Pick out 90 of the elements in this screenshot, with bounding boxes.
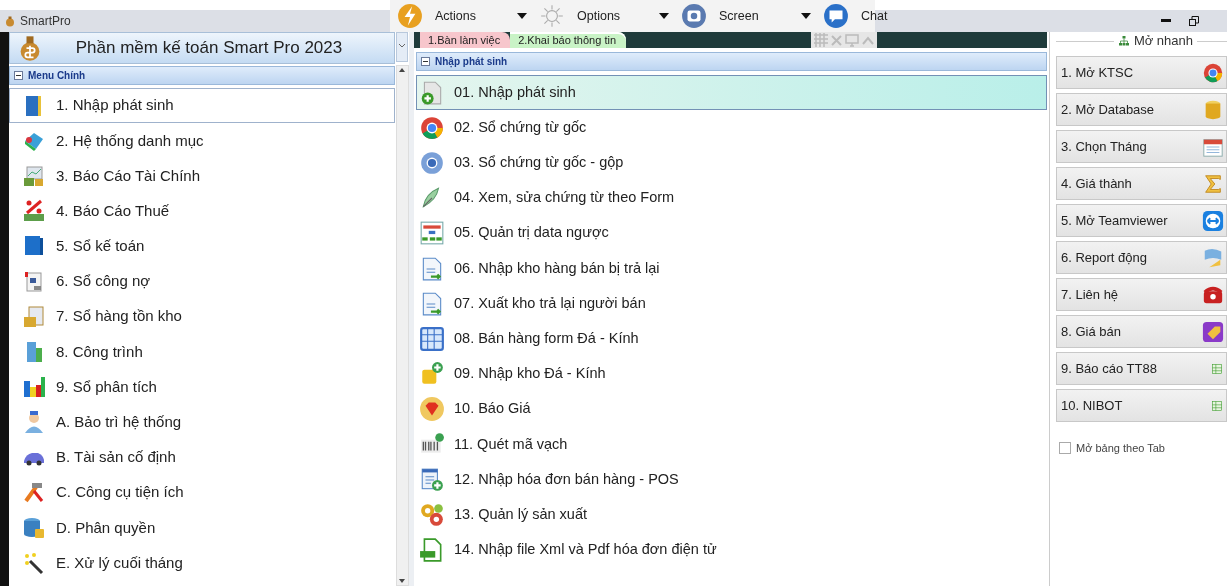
quick-button[interactable]: 7. Liên hệ — [1056, 278, 1227, 311]
menu-item[interactable]: 9. Sổ phân tích — [9, 369, 395, 405]
menu-item[interactable]: 8. Công trình — [9, 334, 395, 370]
toolbar-button[interactable]: Actions — [397, 3, 527, 29]
menu-item[interactable]: 5. Sổ kế toán — [9, 228, 395, 264]
quick-button[interactable]: 9. Báo cáo TT88 — [1056, 352, 1227, 385]
menu-item[interactable]: 06. Nhập kho hàng bán bị trả lại — [416, 250, 1047, 287]
chart-icon — [22, 163, 46, 188]
grid-icon[interactable] — [814, 33, 828, 47]
toolbar-button[interactable]: Options — [539, 3, 669, 29]
wand-icon — [22, 551, 46, 576]
quick-button[interactable]: 3. Chọn Tháng — [1056, 130, 1227, 163]
chat-icon — [823, 3, 849, 29]
menu-item[interactable]: A. Bảo trì hệ thống — [9, 404, 395, 440]
circle-logo-icon — [419, 114, 445, 141]
bar-chart-icon — [22, 375, 46, 400]
gears-icon — [419, 501, 445, 528]
toolbar-button[interactable]: Screen — [681, 3, 811, 29]
checkbox-label: Mở bảng theo Tab — [1076, 441, 1165, 456]
lightning-icon — [397, 3, 423, 29]
money-bag-icon — [4, 15, 16, 27]
arrows-icon — [1202, 209, 1224, 232]
flag-icon — [1202, 246, 1224, 269]
menu-item[interactable]: 09. Nhập kho Đá - Kính — [416, 356, 1047, 392]
menu-item[interactable]: 1. Nhập phát sinh — [9, 88, 395, 124]
toolbar-button[interactable]: Chat — [823, 3, 931, 29]
circle-logo-icon — [1202, 61, 1224, 84]
scroll-down-icon[interactable] — [398, 577, 406, 585]
menu-item[interactable]: 04. Xem, sửa chứng từ theo Form — [416, 180, 1047, 216]
quick-button[interactable]: 1. Mở KTSC — [1056, 56, 1227, 89]
gear-icon — [539, 3, 565, 29]
collapse-icon[interactable] — [421, 57, 430, 66]
menu-item[interactable]: 7. Sổ hàng tồn kho — [9, 299, 395, 335]
window-title: SmartPro — [20, 13, 71, 30]
menu-item[interactable]: E. Xử lý cuối tháng — [9, 545, 395, 581]
menu-item[interactable]: 05. Quản trị data ngược — [416, 215, 1047, 251]
menu-item[interactable]: 4. Báo Cáo Thuế — [9, 193, 395, 229]
scrollbar[interactable] — [395, 65, 409, 586]
menu-item[interactable]: 02. Sổ chứng từ gốc — [416, 110, 1047, 146]
quick-button[interactable]: 5. Mở Teamviewer — [1056, 204, 1227, 237]
menu-item[interactable]: 10. Báo Giá — [416, 391, 1047, 427]
menu-item[interactable]: 11. Quét mã vạch — [416, 426, 1047, 463]
tools-icon — [22, 480, 46, 505]
monitor-icon[interactable] — [845, 33, 859, 47]
quick-button[interactable]: 4. Giá thành — [1056, 167, 1227, 200]
tab[interactable]: 1.Bàn làm việc — [420, 32, 511, 48]
menu-item[interactable]: 2. Hệ thống danh mục — [9, 123, 395, 159]
table-icon — [419, 325, 445, 352]
menu-item[interactable]: 6. Sổ công nợ — [9, 263, 395, 300]
quick-button[interactable]: 10. NIBOT — [1056, 389, 1227, 422]
menu-item[interactable]: C. Công cụ tiện ích — [9, 475, 395, 511]
chevron-up-icon[interactable] — [862, 35, 874, 45]
grid-icon — [1210, 361, 1224, 376]
gem-icon — [419, 396, 445, 423]
scroll-up-icon[interactable] — [398, 66, 406, 74]
menu-item[interactable]: 07. Xuất kho trả lại người bán — [416, 286, 1047, 322]
menu-item[interactable]: D. Phân quyền — [9, 510, 395, 546]
sigma-icon — [1202, 172, 1224, 195]
group-title: Nhập phát sinh — [435, 55, 508, 69]
grid-icon — [1210, 398, 1224, 413]
camera-icon — [681, 3, 707, 29]
menu-item[interactable]: 03. Sổ chứng từ gốc - gộp — [416, 145, 1047, 181]
database-icon — [22, 515, 46, 540]
network-icon — [1117, 35, 1130, 47]
app-title: Phần mềm kế toán Smart Pro 2023 — [74, 37, 344, 60]
menu-item[interactable]: B. Tài sản cố định — [9, 439, 395, 476]
menu-item[interactable]: 3. Báo Cáo Tài Chính — [9, 158, 395, 194]
checkbox[interactable] — [1059, 442, 1071, 455]
person-icon — [22, 410, 46, 435]
percent-icon — [22, 199, 46, 224]
list-icon — [419, 466, 445, 493]
menu-item[interactable]: 08. Bán hàng form Đá - Kính — [416, 321, 1047, 357]
quick-button[interactable]: 2. Mở Database — [1056, 93, 1227, 126]
restore-icon[interactable] — [1189, 16, 1199, 26]
menu-item[interactable]: 12. Nhập hóa đơn bán hàng - POS — [416, 462, 1047, 498]
menu-item[interactable]: 13. Quản lý sản xuất — [416, 497, 1047, 533]
group-title: Menu Chính — [28, 69, 86, 83]
tag-icon — [1202, 320, 1224, 343]
circle-logo-icon — [419, 149, 445, 176]
section-title: Mở nhanh — [1133, 32, 1193, 51]
collapse-icon[interactable] — [14, 71, 23, 80]
tab[interactable]: 2.Khai báo thông tin — [510, 32, 626, 48]
menu-item[interactable]: 01. Nhập phát sinh — [416, 75, 1047, 111]
menu-item[interactable]: 14. Nhập file Xml và Pdf hóa đơn điện tử — [416, 532, 1047, 568]
close-icon[interactable] — [831, 34, 842, 46]
clipboard-icon — [22, 304, 46, 329]
minimize-icon[interactable] — [1161, 19, 1171, 23]
quick-button[interactable]: 8. Giá bán — [1056, 315, 1227, 348]
org-chart-icon — [419, 220, 445, 247]
quick-button[interactable]: 6. Report động — [1056, 241, 1227, 274]
